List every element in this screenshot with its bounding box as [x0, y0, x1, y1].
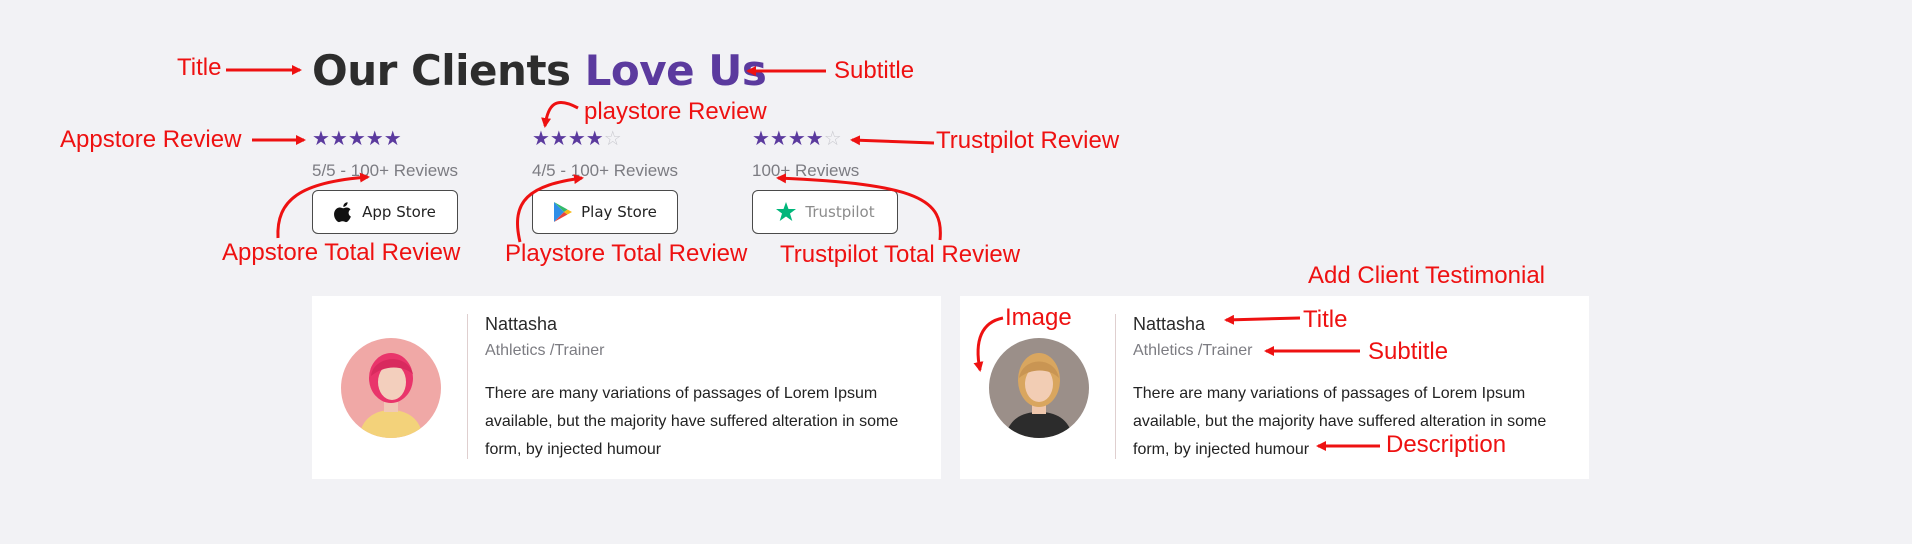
- annotation-arrows: [226, 65, 1380, 451]
